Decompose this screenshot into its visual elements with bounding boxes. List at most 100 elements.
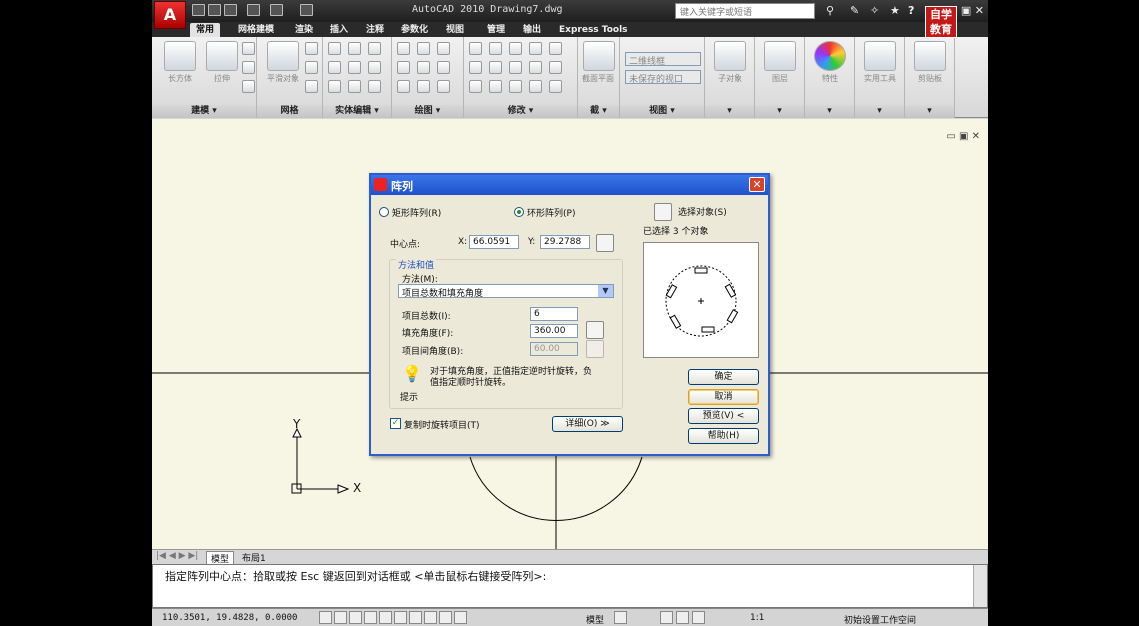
tool-icon[interactable]: [328, 80, 341, 93]
panel-title[interactable]: ▾: [905, 105, 954, 118]
ducs-toggle[interactable]: [409, 611, 422, 624]
help-button[interactable]: 帮助(H): [688, 428, 759, 444]
pick-fill-angle-button[interactable]: [586, 321, 604, 339]
rect-array-label[interactable]: 矩形阵列(R): [392, 206, 441, 219]
tool-icon[interactable]: [242, 61, 255, 74]
polar-array-label[interactable]: 环形阵列(P): [527, 206, 575, 219]
tab-express-tools[interactable]: Express Tools: [553, 23, 634, 37]
fill-angle-input[interactable]: 360.00: [530, 324, 578, 338]
tool-icon[interactable]: [489, 42, 502, 55]
application-menu-button[interactable]: A: [154, 1, 186, 29]
model-space-label[interactable]: 模型: [586, 613, 604, 626]
tab-parametric[interactable]: 参数化: [395, 23, 434, 37]
undo-icon[interactable]: [247, 4, 260, 16]
close-button[interactable]: ✕: [749, 177, 765, 192]
smooth-object-icon[interactable]: [267, 41, 299, 71]
panel-title[interactable]: 修改 ▾: [464, 105, 577, 118]
ok-button[interactable]: 确定: [688, 369, 759, 385]
window-controls[interactable]: ▣ ✕: [961, 4, 984, 17]
dyn-toggle[interactable]: [424, 611, 437, 624]
tool-icon[interactable]: [368, 42, 381, 55]
rotate-items-label[interactable]: 复制时旋转项目(T): [404, 418, 480, 431]
rect-array-radio[interactable]: [379, 207, 389, 217]
tab-home[interactable]: 常用: [190, 23, 221, 37]
tab-render[interactable]: 渲染: [289, 23, 319, 37]
layout-icon[interactable]: [614, 611, 627, 624]
plot-icon[interactable]: [300, 4, 313, 16]
search-input[interactable]: 键入关键字或短语: [675, 3, 815, 19]
zoom-icon[interactable]: [676, 611, 689, 624]
erase-icon[interactable]: [529, 80, 542, 93]
polygon-icon[interactable]: [397, 80, 410, 93]
tool-icon[interactable]: [348, 80, 361, 93]
rotate-icon[interactable]: [509, 61, 522, 74]
dialog-title-bar[interactable]: 阵列: [371, 175, 768, 195]
pan-icon[interactable]: [660, 611, 673, 624]
visual-style-dropdown[interactable]: 二维线框: [625, 52, 701, 67]
section-plane-icon[interactable]: [583, 41, 615, 71]
grid-toggle[interactable]: [334, 611, 347, 624]
tool-icon[interactable]: [469, 80, 482, 93]
measure-icon[interactable]: [864, 41, 896, 71]
pick-center-point-button[interactable]: [596, 234, 614, 252]
details-button[interactable]: 详细(O) ≫: [552, 416, 623, 432]
tool-icon[interactable]: [417, 42, 430, 55]
steering-wheel-icon[interactable]: [692, 611, 705, 624]
total-items-input[interactable]: 6: [530, 307, 578, 321]
layers-icon[interactable]: [764, 41, 796, 71]
cancel-button[interactable]: 取消: [688, 389, 759, 405]
ortho-toggle[interactable]: [349, 611, 362, 624]
layout-nav-arrows[interactable]: |◀ ◀ ▶ ▶|: [156, 551, 198, 561]
tool-icon[interactable]: [469, 61, 482, 74]
arc-icon[interactable]: [437, 42, 450, 55]
spline-icon[interactable]: [397, 61, 410, 74]
tool-icon[interactable]: [242, 42, 255, 55]
chevron-down-icon[interactable]: ▼: [598, 285, 613, 297]
panel-title[interactable]: ▾: [755, 105, 804, 118]
tab-manage[interactable]: 管理: [481, 23, 511, 37]
tool-icon[interactable]: [509, 80, 522, 93]
panel-title[interactable]: 实体编辑 ▾: [323, 105, 391, 118]
osnap-toggle[interactable]: [379, 611, 392, 624]
subobject-icon[interactable]: [714, 41, 746, 71]
mirror-icon[interactable]: [489, 80, 502, 93]
method-select[interactable]: 项目总数和填充角度: [398, 284, 614, 299]
tool-icon[interactable]: [549, 61, 562, 74]
tool-icon[interactable]: [529, 61, 542, 74]
tool-icon[interactable]: [368, 80, 381, 93]
communication-center-icon[interactable]: ✎: [850, 4, 859, 17]
box-icon[interactable]: [164, 41, 196, 71]
tool-icon[interactable]: [328, 61, 341, 74]
save-icon[interactable]: [224, 4, 237, 16]
panel-title[interactable]: 建模 ▾: [152, 105, 256, 118]
tool-icon[interactable]: [368, 61, 381, 74]
tool-icon[interactable]: [549, 42, 562, 55]
tab-layout1[interactable]: 布局1: [238, 551, 270, 564]
open-icon[interactable]: [208, 4, 221, 16]
lineweight-toggle[interactable]: [439, 611, 452, 624]
rotate-items-checkbox[interactable]: ✓: [390, 418, 401, 429]
tool-icon[interactable]: [305, 61, 318, 74]
snap-toggle[interactable]: [319, 611, 332, 624]
tool-icon[interactable]: [348, 61, 361, 74]
ellipse-icon[interactable]: [437, 80, 450, 93]
workspace-switch[interactable]: 初始设置工作空间: [844, 613, 916, 626]
array-icon[interactable]: [489, 61, 502, 74]
command-line[interactable]: 指定阵列中心点：拾取或按 Esc 键返回到对话框或 <单击鼠标右键接受阵列>:: [152, 564, 988, 608]
annotation-scale[interactable]: 1:1: [750, 613, 764, 623]
tool-icon[interactable]: [328, 42, 341, 55]
binoculars-icon[interactable]: ⚲: [826, 4, 834, 17]
tab-annotate[interactable]: 注释: [360, 23, 390, 37]
polyline-icon[interactable]: [397, 42, 410, 55]
properties-icon[interactable]: [814, 41, 846, 71]
panel-title[interactable]: 截 ▾: [578, 105, 619, 118]
viewport-dropdown[interactable]: 未保存的视口: [625, 70, 701, 85]
tool-icon[interactable]: [348, 42, 361, 55]
clipboard-icon[interactable]: [914, 41, 946, 71]
command-scrollbar[interactable]: [973, 565, 987, 607]
center-x-input[interactable]: 66.0591: [469, 235, 519, 249]
polar-array-radio[interactable]: [514, 207, 524, 217]
rectangle-icon[interactable]: [417, 80, 430, 93]
polar-toggle[interactable]: [364, 611, 377, 624]
center-y-input[interactable]: 29.2788: [540, 235, 590, 249]
